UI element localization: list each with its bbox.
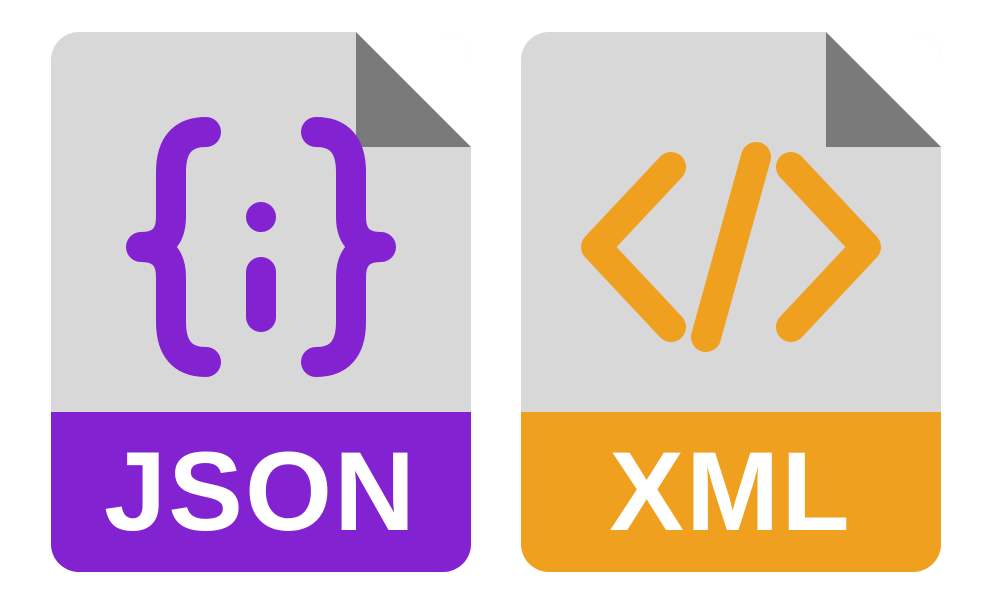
xml-label-text: XML <box>609 436 851 548</box>
json-label-band: JSON <box>51 412 471 572</box>
code-braces-icon <box>51 92 471 402</box>
json-label-text: JSON <box>104 436 417 548</box>
xml-label-band: XML <box>521 412 941 572</box>
xml-file-icon: XML <box>521 32 941 572</box>
code-tags-icon <box>521 92 941 402</box>
json-file-icon: JSON <box>51 32 471 572</box>
